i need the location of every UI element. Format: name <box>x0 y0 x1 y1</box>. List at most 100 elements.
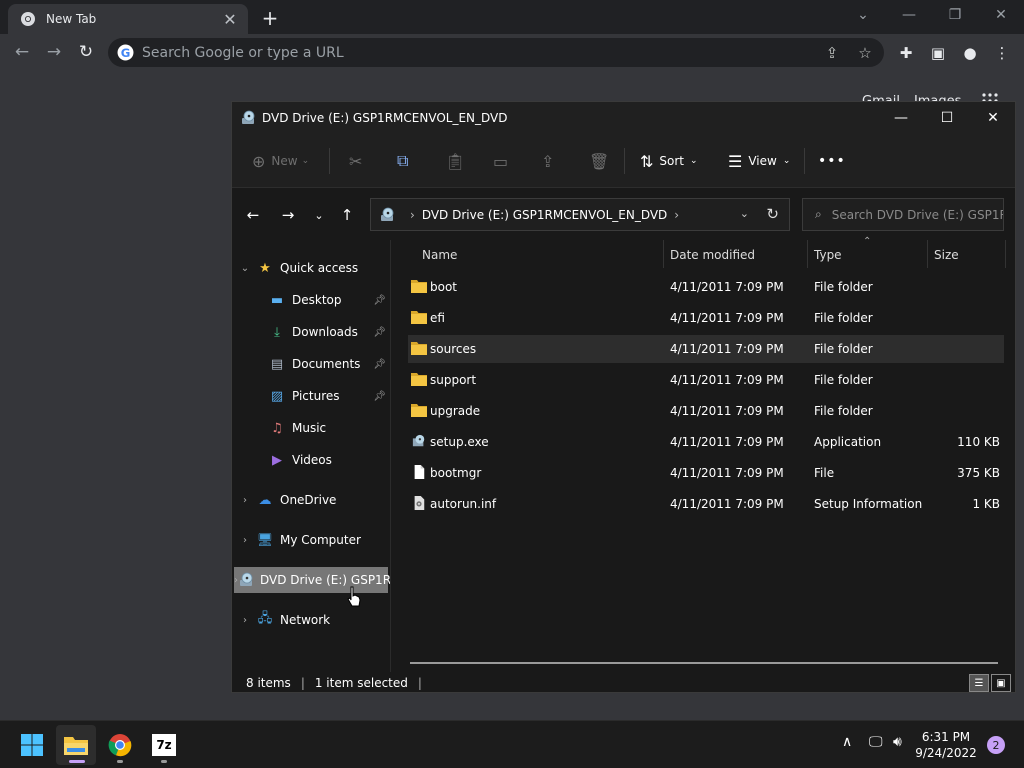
address-dropdown-icon[interactable]: ⌄ <box>740 207 749 220</box>
horizontal-scrollbar[interactable] <box>410 662 998 664</box>
chevron-right-icon[interactable]: › <box>234 615 256 626</box>
nav-music[interactable]: ♫ Music <box>234 415 388 441</box>
column-size[interactable]: Size <box>934 248 959 262</box>
nav-network[interactable]: › 🖧︎ Network <box>234 607 388 633</box>
plus-circle-icon: ⊕ <box>252 151 266 171</box>
notification-badge[interactable]: 2 <box>987 736 1005 754</box>
nav-pictures[interactable]: ▨ Pictures 📌︎ <box>234 383 388 409</box>
search-placeholder: Search DVD Drive (E:) GSP1R... <box>831 207 1004 222</box>
nav-onedrive[interactable]: › ☁ OneDrive <box>234 487 388 513</box>
desktop-icon: ▬ <box>270 292 284 308</box>
paste-icon[interactable]: 📋︎ <box>445 148 471 174</box>
share-icon[interactable]: ⇪ <box>541 148 560 174</box>
running-indicator <box>161 760 167 763</box>
nav-label: Downloads <box>292 325 358 339</box>
side-panel-icon[interactable]: ▣ <box>928 43 948 63</box>
explorer-close-icon[interactable]: ✕ <box>970 102 1016 134</box>
recent-locations-icon[interactable]: ⌄ <box>306 202 332 228</box>
table-row[interactable]: efi 4/11/2011 7:09 PM File folder <box>408 304 1004 332</box>
delete-icon[interactable]: 🗑︎ <box>589 148 615 174</box>
table-row[interactable]: support 4/11/2011 7:09 PM File folder <box>408 366 1004 394</box>
column-type[interactable]: Type <box>814 248 842 262</box>
table-row[interactable]: bootmgr 4/11/2011 7:09 PM File 375 KB <box>408 459 1004 487</box>
restore-icon[interactable]: ❐ <box>932 0 978 30</box>
extensions-icon[interactable]: ✚ <box>896 43 916 63</box>
cut-icon[interactable]: ✂ <box>349 148 368 174</box>
chevron-right-icon[interactable]: › <box>234 535 256 546</box>
profile-icon[interactable]: ● <box>960 43 980 63</box>
clock[interactable]: 6:31 PM 9/24/2022 <box>910 729 982 761</box>
back-icon[interactable]: ← <box>240 202 266 228</box>
reload-icon[interactable]: ↻ <box>74 40 98 64</box>
explorer-title-bar[interactable]: DVD Drive (E:) GSP1RMCENVOL_EN_DVD — ☐ ✕ <box>232 102 1015 134</box>
explorer-minimize-icon[interactable]: — <box>878 102 924 134</box>
nav-videos[interactable]: ▶ Videos <box>234 447 388 473</box>
minimize-icon[interactable]: — <box>886 0 932 30</box>
share-icon[interactable]: ⇪ <box>822 43 842 63</box>
details-view-icon[interactable]: ☰ <box>969 674 989 692</box>
nav-quick-access[interactable]: ⌄ ★ Quick access <box>234 255 388 281</box>
close-icon[interactable]: ✕ <box>978 0 1024 30</box>
status-bar: 8 items | 1 item selected | <box>246 676 422 690</box>
star-icon: ★ <box>259 260 271 276</box>
7zip-taskbar-button[interactable]: 7z <box>144 725 184 765</box>
volume-icon[interactable]: 🔊︎ <box>893 734 902 750</box>
nav-label: Pictures <box>292 389 340 403</box>
rename-icon[interactable]: ▭ <box>493 148 514 174</box>
back-icon[interactable]: ← <box>10 40 34 64</box>
table-row[interactable]: boot 4/11/2011 7:09 PM File folder <box>408 273 1004 301</box>
copy-icon[interactable]: ⧉ <box>397 148 414 174</box>
network-icon[interactable]: 🖵︎ <box>869 734 883 750</box>
forward-icon[interactable]: → <box>42 40 66 64</box>
mouse-cursor-hand-icon <box>347 586 361 607</box>
forward-icon[interactable]: → <box>275 202 301 228</box>
tab-new-tab[interactable]: New Tab ✕ <box>8 4 248 34</box>
new-button[interactable]: ⊕ New ⌄ <box>252 148 309 174</box>
show-hidden-icons-icon[interactable]: ∧ <box>842 734 852 750</box>
chevron-right-icon[interactable]: › <box>674 208 679 222</box>
view-button[interactable]: ☰ View ⌄ <box>728 148 790 174</box>
search-box[interactable]: ⌕ Search DVD Drive (E:) GSP1R... <box>802 198 1004 231</box>
sort-button[interactable]: ⇅ Sort ⌄ <box>640 148 698 174</box>
file-explorer-taskbar-button[interactable] <box>56 725 96 765</box>
chevron-down-icon[interactable]: ⌄ <box>234 263 256 274</box>
file-date: 4/11/2011 7:09 PM <box>670 404 784 418</box>
tab-search-icon[interactable]: ⌄ <box>840 0 886 30</box>
new-label: New <box>271 154 298 168</box>
omnibox[interactable]: G Search Google or type a URL ⇪ ☆ <box>108 38 884 67</box>
start-button[interactable] <box>12 725 52 765</box>
chrome-icon <box>21 12 35 26</box>
up-icon[interactable]: ↑ <box>334 202 360 228</box>
table-row[interactable]: sources 4/11/2011 7:09 PM File folder <box>408 335 1004 363</box>
chevron-right-icon[interactable]: › <box>410 208 415 222</box>
explorer-maximize-icon[interactable]: ☐ <box>924 102 970 134</box>
chrome-taskbar-button[interactable] <box>100 725 140 765</box>
nav-label: Desktop <box>292 293 342 307</box>
picture-icon: ▨ <box>270 388 284 404</box>
nav-downloads[interactable]: ⤓ Downloads 📌︎ <box>234 319 388 345</box>
chevron-right-icon[interactable]: › <box>234 495 256 506</box>
address-path[interactable]: DVD Drive (E:) GSP1RMCENVOL_EN_DVD <box>422 208 667 222</box>
bookmark-star-icon[interactable]: ☆ <box>855 43 875 63</box>
new-tab-button[interactable]: + <box>258 6 282 30</box>
windows-icon <box>21 734 43 756</box>
nav-desktop[interactable]: ▬ Desktop 📌︎ <box>234 287 388 313</box>
nav-documents[interactable]: ▤ Documents 📌︎ <box>234 351 388 377</box>
7zip-icon: 7z <box>152 734 176 756</box>
more-options-icon[interactable]: ••• <box>818 148 846 174</box>
file-type: File folder <box>814 373 873 387</box>
table-row[interactable]: setup.exe 4/11/2011 7:09 PM Application 110… <box>408 428 1004 456</box>
refresh-icon[interactable]: ↻ <box>766 205 779 223</box>
address-bar[interactable]: › DVD Drive (E:) GSP1RMCENVOL_EN_DVD › ⌄… <box>370 198 790 231</box>
pane-divider[interactable] <box>390 240 391 672</box>
table-row[interactable]: autorun.inf 4/11/2011 7:09 PM Setup Inform… <box>408 490 1004 518</box>
column-date-modified[interactable]: Date modified <box>670 248 755 262</box>
nav-my-computer[interactable]: › 🖥︎ My Computer <box>234 527 388 553</box>
table-row[interactable]: upgrade 4/11/2011 7:09 PM File folder <box>408 397 1004 425</box>
large-icons-view-icon[interactable]: ▣ <box>991 674 1011 692</box>
tab-title: New Tab <box>46 12 97 26</box>
menu-kebab-icon[interactable]: ⋮ <box>992 43 1012 63</box>
close-tab-icon[interactable]: ✕ <box>218 7 242 31</box>
nav-dvd-drive[interactable]: › DVD Drive (E:) GSP1RMCENVOL_EN_DVD <box>234 567 390 593</box>
column-name[interactable]: Name <box>422 248 457 262</box>
